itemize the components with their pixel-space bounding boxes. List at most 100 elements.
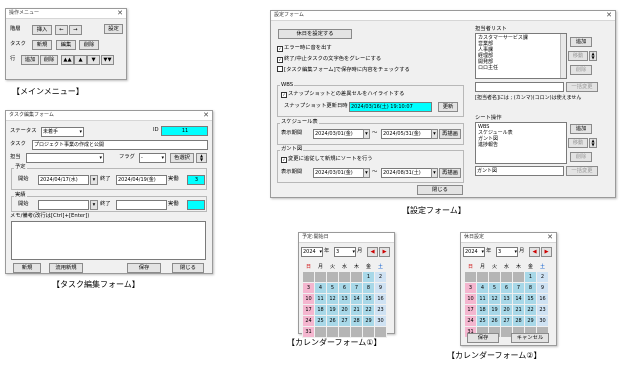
day-cell[interactable]: 7 <box>512 282 525 294</box>
gray-done-checkbox[interactable]: ✓ 終了/中止タスクの文字色をグレーにする <box>277 55 381 63</box>
save-button[interactable]: 保存 <box>127 263 161 273</box>
next-month-button[interactable]: ▶ <box>379 247 390 257</box>
day-cell[interactable]: 17 <box>302 304 315 316</box>
flag-select[interactable]: - ▾ <box>139 153 166 163</box>
check-on-save-checkbox[interactable]: [タスク編集フォーム]で保存時に内容をチェックする <box>277 66 410 74</box>
day-cell[interactable]: 27 <box>338 315 351 327</box>
day-cell[interactable]: 13 <box>338 293 351 305</box>
close-button[interactable]: 閉じる <box>172 263 204 273</box>
delete-task-button[interactable]: 削除 <box>79 40 99 50</box>
plan-start-input[interactable]: 2024/04/17(水) <box>38 175 89 185</box>
insert-button[interactable]: 挿入 <box>32 25 52 35</box>
day-cell[interactable]: 1 <box>362 271 375 283</box>
day-cell[interactable]: 6 <box>500 282 513 294</box>
day-cell[interactable]: 4 <box>476 282 489 294</box>
day-cell[interactable]: 9 <box>374 282 387 294</box>
day-cell[interactable]: 8 <box>524 282 537 294</box>
copy-new-button[interactable]: 流用新規 <box>49 263 83 273</box>
move-top-button[interactable]: ▲▲ <box>61 55 74 65</box>
day-cell[interactable]: 14 <box>512 293 525 305</box>
settings-close-button[interactable]: 閉じる <box>417 185 463 195</box>
close-icon[interactable]: ✕ <box>606 11 612 20</box>
color-spinner[interactable]: ▲ ▼ <box>196 153 207 163</box>
day-cell[interactable]: 1 <box>524 271 537 283</box>
day-cell[interactable]: 4 <box>314 282 327 294</box>
day-cell[interactable]: 12 <box>488 293 501 305</box>
day-cell[interactable]: 28 <box>350 315 363 327</box>
sheet-delete-button[interactable]: 削除 <box>570 152 592 162</box>
gantt-to-input[interactable]: 2024/08/31(土) <box>381 168 432 178</box>
day-cell[interactable]: 15 <box>524 293 537 305</box>
day-cell[interactable]: 11 <box>314 293 327 305</box>
gantt-from-calendar-button[interactable]: ▾ <box>363 168 370 178</box>
day-cell[interactable]: 23 <box>536 304 549 316</box>
gantt-to-calendar-button[interactable]: ▾ <box>431 168 438 178</box>
day-cell[interactable]: 16 <box>374 293 387 305</box>
cancel-button[interactable]: キャンセル <box>511 333 549 343</box>
day-cell[interactable]: 2 <box>374 271 387 283</box>
plan-end-input[interactable]: 2024/04/19(金) <box>116 175 167 185</box>
sheet-list[interactable]: WBS スケジュール表 ガント図 進捗報告 <box>475 122 567 164</box>
error-sound-checkbox[interactable]: ✓ エラー時に音を出す <box>277 44 332 52</box>
sheet-bulk-change-button[interactable]: 一括変更 <box>566 166 598 176</box>
schedule-to-input[interactable]: 2024/05/31(金) <box>381 129 432 139</box>
close-icon[interactable]: ✕ <box>547 233 553 242</box>
schedule-redraw-button[interactable]: 再描画 <box>439 129 461 139</box>
day-cell[interactable]: 8 <box>362 282 375 294</box>
day-cell[interactable]: 21 <box>512 304 525 316</box>
day-cell[interactable]: 2 <box>536 271 549 283</box>
move-up-button[interactable]: ▲ <box>74 55 87 65</box>
day-cell[interactable]: 19 <box>326 304 339 316</box>
assignee-list[interactable]: カスタマーサービス課 営業部 人事課 経理部 開発部 ロロ主任 <box>475 33 567 79</box>
day-cell[interactable]: 30 <box>536 315 549 327</box>
delete-row-button[interactable]: 削除 <box>40 55 58 65</box>
schedule-from-calendar-button[interactable]: ▾ <box>363 129 370 139</box>
day-cell[interactable]: 25 <box>314 315 327 327</box>
schedule-from-input[interactable]: 2024/03/01(金) <box>313 129 364 139</box>
sheet-move-button[interactable]: 移動 <box>568 138 588 148</box>
plan-start-calendar-button[interactable]: ▾ <box>90 175 98 185</box>
year-select[interactable]: 2024 ▾ <box>301 247 323 257</box>
day-cell[interactable]: 24 <box>302 315 315 327</box>
day-cell[interactable]: 10 <box>464 293 477 305</box>
assignee-move-spinner[interactable]: ▲ ▼ <box>589 51 597 61</box>
day-cell[interactable]: 18 <box>476 304 489 316</box>
day-cell[interactable]: 26 <box>488 315 501 327</box>
gantt-redraw-button[interactable]: 再描画 <box>439 168 461 178</box>
new-task-button[interactable]: 新規 <box>32 40 52 50</box>
assignee-list-scrollbar[interactable] <box>560 34 566 78</box>
year-select[interactable]: 2024 ▾ <box>463 247 485 257</box>
day-cell[interactable]: 24 <box>464 315 477 327</box>
prev-month-button[interactable]: ◀ <box>529 247 540 257</box>
color-select-button[interactable]: 色選択 <box>170 153 194 163</box>
day-cell[interactable]: 10 <box>302 293 315 305</box>
sheet-move-spinner[interactable]: ▲ ▼ <box>589 138 597 148</box>
snapshot-update-button[interactable]: 更新 <box>438 102 458 112</box>
day-cell[interactable]: 25 <box>476 315 489 327</box>
day-cell[interactable]: 3 <box>302 282 315 294</box>
day-cell[interactable]: 3 <box>464 282 477 294</box>
day-cell[interactable]: 5 <box>488 282 501 294</box>
day-cell[interactable]: 6 <box>338 282 351 294</box>
day-cell[interactable]: 19 <box>488 304 501 316</box>
day-cell[interactable]: 20 <box>500 304 513 316</box>
move-bottom-button[interactable]: ▼▼ <box>101 55 114 65</box>
list-item[interactable]: ロロ主任 <box>478 65 564 71</box>
day-cell[interactable]: 26 <box>326 315 339 327</box>
day-cell[interactable]: 13 <box>500 293 513 305</box>
snapshot-highlight-checkbox[interactable]: ✓ スナップショットとの差異セルをハイライトする <box>281 90 404 98</box>
assignee-select[interactable]: ▾ <box>26 153 104 163</box>
task-name-input[interactable]: プロジェクト事業の作成と公開 <box>32 140 208 150</box>
day-cell[interactable]: 11 <box>476 293 489 305</box>
day-cell[interactable]: 27 <box>500 315 513 327</box>
schedule-to-calendar-button[interactable]: ▾ <box>431 129 438 139</box>
day-cell[interactable]: 15 <box>362 293 375 305</box>
day-cell[interactable]: 28 <box>512 315 525 327</box>
day-cell[interactable]: 21 <box>350 304 363 316</box>
month-select[interactable]: 3 ▾ <box>334 247 356 257</box>
save-button[interactable]: 保存 <box>467 333 499 343</box>
day-cell[interactable]: 23 <box>374 304 387 316</box>
list-item[interactable]: 進捗報告 <box>478 142 564 148</box>
sheet-name-input[interactable]: ガント図 <box>475 166 564 176</box>
day-cell[interactable]: 29 <box>362 315 375 327</box>
